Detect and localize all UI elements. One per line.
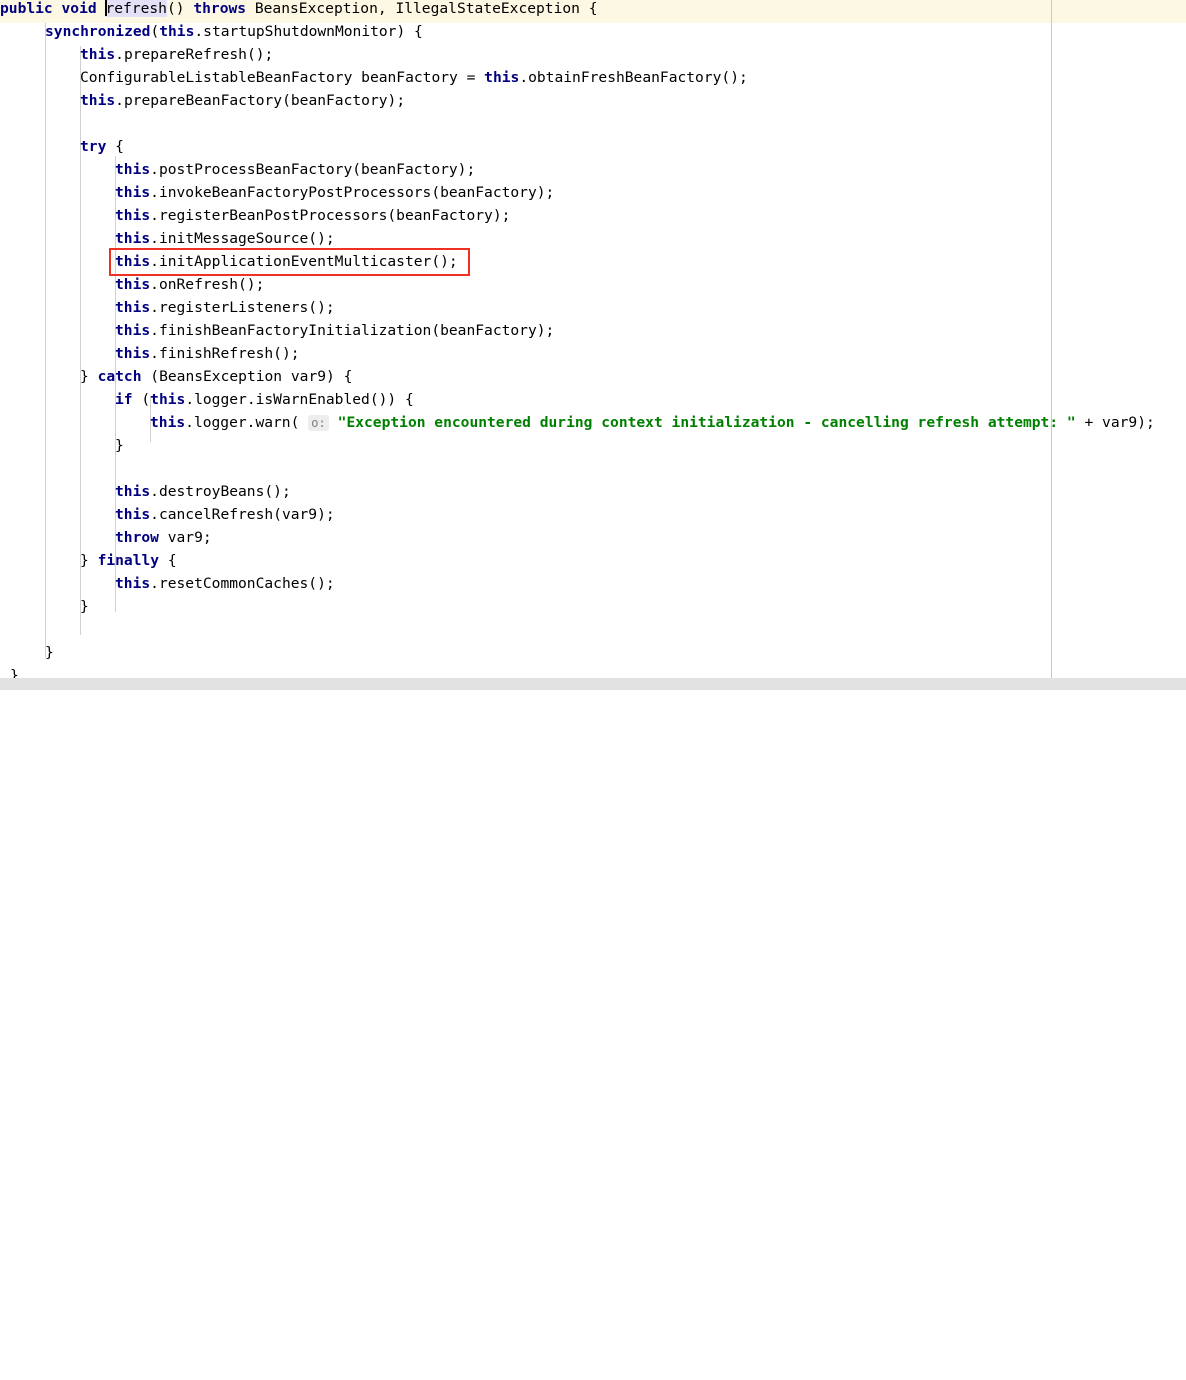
token-keyword-throws: throws [193,0,247,17]
parameter-hint-chip[interactable]: o: [308,415,329,431]
token-keyword-this: this [115,506,151,523]
code-line-20[interactable]: } [115,434,124,457]
code-text-layer[interactable]: public void refresh() throws BeansExcept… [0,0,1155,1380]
selected-method-name[interactable]: refresh [105,0,167,17]
token-keyword-synchronized: synchronized [45,23,151,40]
code-line-23[interactable]: this.cancelRefresh(var9); [115,503,335,526]
token-string-literal: "Exception encountered during context in… [337,414,1076,431]
code-line-10[interactable]: this.registerBeanPostProcessors(beanFact… [115,204,510,227]
token-keyword-this: this [150,414,186,431]
text-caret [105,0,108,16]
token-keyword-this: this [150,391,186,408]
bottom-status-strip [0,678,1186,690]
token-keyword-if: if [115,391,133,408]
indent-guide-level-1 [45,23,46,658]
highlighted-method-call: .initApplicationEventMulticaster(); [150,253,458,270]
code-line-11[interactable]: this.initMessageSource(); [115,227,335,250]
code-line-17[interactable]: } catch (BeansException var9) { [80,365,352,388]
code-line-27[interactable]: } [80,595,89,618]
token-keyword-this: this [115,161,151,178]
code-line-12[interactable]: this.initApplicationEventMulticaster(); [115,250,458,273]
token-keyword-this: this [115,345,151,362]
token-keyword-this: this [484,69,520,86]
token-keyword-void: void [61,0,97,17]
code-line-3[interactable]: this.prepareRefresh(); [80,43,273,66]
token-keyword-this: this [115,207,151,224]
code-line-7[interactable]: try { [80,135,124,158]
code-line-16[interactable]: this.finishRefresh(); [115,342,300,365]
code-line-14[interactable]: this.registerListeners(); [115,296,335,319]
token-keyword-this: this [115,230,151,247]
code-line-4[interactable]: ConfigurableListableBeanFactory beanFact… [80,66,748,89]
token-keyword-this: this [159,23,195,40]
code-line-24[interactable]: throw var9; [115,526,212,549]
token-keyword-this: this [115,276,151,293]
code-editor[interactable]: public void refresh() throws BeansExcept… [0,0,1186,690]
token-keyword-this: this [115,253,151,270]
code-line-13[interactable]: this.onRefresh(); [115,273,264,296]
token-keyword-this: this [115,184,151,201]
code-line-18[interactable]: if (this.logger.isWarnEnabled()) { [115,388,414,411]
token-keyword-this: this [115,483,151,500]
code-line-22[interactable]: this.destroyBeans(); [115,480,291,503]
token-keyword-this: this [80,46,116,63]
code-line-19[interactable]: this.logger.warn( o: "Exception encounte… [150,411,1155,434]
code-line-25[interactable]: } finally { [80,549,177,572]
token-keyword-catch: catch [97,368,142,385]
token-keyword-throw: throw [115,529,159,546]
code-line-9[interactable]: this.invokeBeanFactoryPostProcessors(bea… [115,181,554,204]
code-line-2[interactable]: synchronized(this.startupShutdownMonitor… [45,20,423,43]
code-line-15[interactable]: this.finishBeanFactoryInitialization(bea… [115,319,554,342]
token-keyword-this: this [115,575,151,592]
token-keyword-public: public [0,0,53,17]
code-line-8[interactable]: this.postProcessBeanFactory(beanFactory)… [115,158,475,181]
token-throws-list: BeansException, IllegalStateException { [246,0,598,17]
token-parens: () [166,0,185,17]
token-keyword-this: this [80,92,116,109]
right-margin-guide [1051,0,1052,678]
code-line-5[interactable]: this.prepareBeanFactory(beanFactory); [80,89,405,112]
code-line-26[interactable]: this.resetCommonCaches(); [115,572,335,595]
code-line-29[interactable]: } [45,641,54,664]
token-keyword-this: this [115,299,151,316]
code-line-1[interactable]: public void refresh() throws BeansExcept… [0,0,598,20]
token-keyword-try: try [80,138,107,155]
token-keyword-finally: finally [97,552,160,569]
token-keyword-this: this [115,322,151,339]
